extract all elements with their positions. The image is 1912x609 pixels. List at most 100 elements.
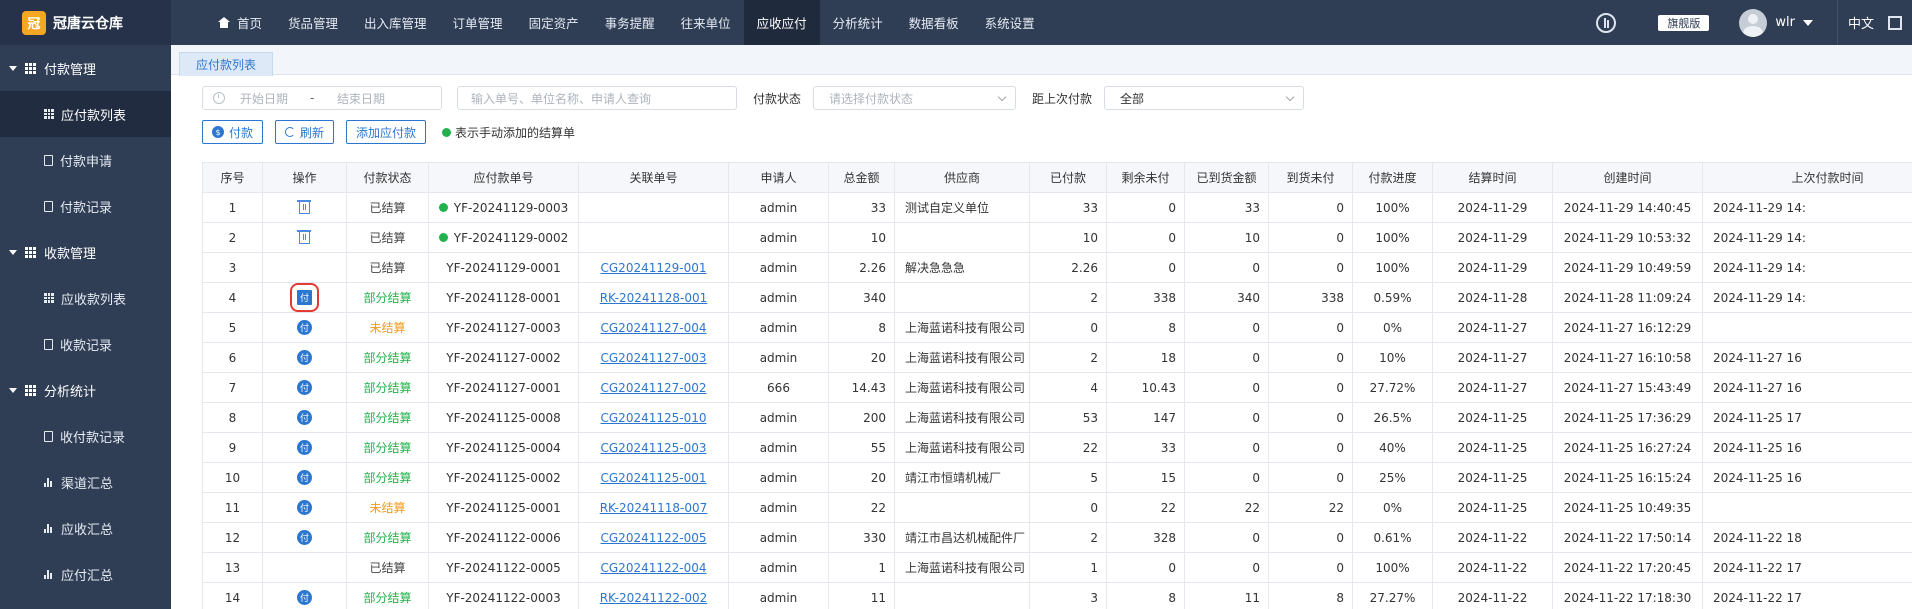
paid-amount: 0 — [1029, 312, 1107, 343]
payment-status-select[interactable]: 请选择付款状态 — [813, 86, 1017, 110]
related-code-link[interactable]: CG20241122-004 — [601, 561, 707, 575]
paid-amount: 33 — [1029, 192, 1107, 223]
pay-icon[interactable]: 付 — [297, 440, 312, 455]
table-row[interactable]: 4 付 部分结算 YF-20241128-0001 RK-20241128-001 adm… — [202, 282, 1912, 313]
action-bar: $ 付款 刷新 添加应付款 表示手动添加的结算单 — [202, 120, 575, 144]
related-code-link[interactable]: CG20241127-002 — [601, 381, 707, 395]
nav-item-3[interactable]: 订单管理 — [440, 0, 516, 45]
supplier: 测试自定义单位 — [894, 192, 1030, 223]
nav-item-4[interactable]: 固定资产 — [516, 0, 592, 45]
pay-icon[interactable]: 付 — [297, 410, 312, 425]
payable-code-text: YF-20241129-0002 — [453, 230, 569, 245]
fullscreen-icon[interactable] — [1888, 15, 1902, 30]
related-code-link[interactable]: CG20241125-001 — [601, 471, 707, 485]
last-payment-select[interactable]: 全部 — [1104, 86, 1305, 110]
home-icon — [218, 17, 230, 28]
table-row[interactable]: 6 付 部分结算 YF-20241127-0002 CG20241127-003 admi… — [202, 342, 1912, 373]
pay-icon[interactable]: 付 — [290, 283, 319, 312]
nav-item-1[interactable]: 货品管理 — [275, 0, 351, 45]
chevron-down-icon — [1285, 92, 1295, 102]
sidebar-item-label: 收付款记录 — [60, 430, 126, 446]
nav-item-8[interactable]: 分析统计 — [820, 0, 896, 45]
tab-payables-list[interactable]: 应付款列表 — [179, 52, 274, 76]
related-code — [578, 222, 729, 253]
delete-icon[interactable] — [297, 200, 311, 214]
pay-icon[interactable]: 付 — [297, 500, 312, 515]
row-actions: 付 — [262, 402, 347, 433]
remaining-amount: 8 — [1106, 312, 1185, 343]
related-code-link[interactable]: CG20241122-005 — [601, 531, 707, 545]
nav-item-label: 分析统计 — [832, 16, 883, 31]
sidebar-item[interactable]: 收付款记录 — [0, 413, 171, 459]
add-payable-button[interactable]: 添加应付款 — [346, 120, 427, 144]
table-row[interactable]: 3 已结算 YF-20241129-0001 CG20241129-001 admin 2… — [202, 252, 1912, 283]
table-row[interactable]: 5 付 未结算 YF-20241127-0003 CG20241127-004 admin… — [202, 312, 1912, 343]
pay-button[interactable]: $ 付款 — [202, 120, 264, 144]
pay-icon[interactable]: 付 — [297, 530, 312, 545]
search-input[interactable]: 输入单号、单位名称、申请人查询 — [457, 86, 737, 110]
table-row[interactable]: 12 付 部分结算 YF-20241122-0006 CG20241122-005 adm… — [202, 522, 1912, 553]
table-row[interactable]: 8 付 部分结算 YF-20241125-0008 CG20241125-010 admi… — [202, 402, 1912, 433]
table-row[interactable]: 1 已结算 YF-20241129-0003 admin 33 测试自定义单位 33 0 33 0… — [202, 192, 1912, 223]
payable-code: YF-20241127-0001 — [428, 372, 579, 403]
total-amount: 10 — [828, 222, 895, 253]
sidebar-group-label: 收款管理 — [44, 246, 97, 262]
sidebar-item[interactable]: 应付汇总 — [0, 551, 171, 597]
column-header: 付款进度 — [1352, 162, 1433, 193]
table-row[interactable]: 2 已结算 YF-20241129-0002 admin 10 10 0 10 0 100% 202… — [202, 222, 1912, 253]
nav-item-0[interactable]: 首页 — [205, 0, 275, 45]
related-code-link[interactable]: CG20241129-001 — [601, 261, 707, 275]
delete-icon[interactable] — [297, 230, 311, 244]
total-amount: 20 — [828, 342, 895, 373]
nav-item-9[interactable]: 数据看板 — [896, 0, 972, 45]
date-range-picker[interactable]: 开始日期 - 结束日期 — [202, 86, 442, 110]
sidebar-item[interactable]: 应收款列表 — [0, 275, 171, 321]
pay-icon[interactable]: 付 — [297, 350, 312, 365]
language-switch[interactable]: 中文 — [1848, 13, 1874, 32]
related-code-link[interactable]: CG20241127-004 — [601, 321, 707, 335]
related-code-link[interactable]: RK-20241128-001 — [600, 291, 708, 305]
applicant: admin — [728, 402, 829, 433]
sidebar-item[interactable]: 应收汇总 — [0, 505, 171, 551]
row-number: 12 — [202, 522, 263, 553]
nav-item-5[interactable]: 事务提醒 — [592, 0, 668, 45]
pay-icon[interactable]: 付 — [297, 470, 312, 485]
refresh-button[interactable]: 刷新 — [275, 120, 335, 144]
user-name[interactable]: wlr — [1775, 15, 1795, 30]
created-time: 2024-11-25 17:36:29 — [1552, 402, 1703, 433]
sidebar-item[interactable]: 渠道汇总 — [0, 459, 171, 505]
sidebar-group[interactable]: 收款管理 — [0, 229, 171, 275]
related-code-link[interactable]: CG20241125-003 — [601, 441, 707, 455]
paid-amount: 0 — [1029, 492, 1107, 523]
table-row[interactable]: 13 已结算 YF-20241122-0005 CG20241122-004 admin… — [202, 552, 1912, 583]
table-row[interactable]: 14 付 部分结算 YF-20241122-0003 RK-20241122-002 ad… — [202, 582, 1912, 609]
github-icon[interactable] — [1596, 12, 1617, 33]
related-code-link[interactable]: RK-20241118-007 — [600, 501, 708, 515]
table-row[interactable]: 11 付 未结算 YF-20241125-0001 RK-20241118-007 adm… — [202, 492, 1912, 523]
payable-code: YF-20241122-0006 — [428, 522, 579, 553]
table-row[interactable]: 7 付部分结算 YF-20241127-0001 CG20241127-002 666 1… — [202, 372, 1912, 403]
sidebar-group[interactable]: 分析统计 — [0, 367, 171, 413]
table-row[interactable]: 9 付 部分结算 YF-20241125-0004 CG20241125-003 admi… — [202, 432, 1912, 463]
nav-item-10[interactable]: 系统设置 — [972, 0, 1048, 45]
app-logo[interactable]: 冠 冠唐云仓库 — [0, 0, 171, 45]
sidebar-group[interactable]: 付款管理 — [0, 45, 171, 91]
user-avatar[interactable] — [1739, 8, 1768, 37]
sidebar-item[interactable]: 收款记录 — [0, 321, 171, 367]
remaining-amount: 0 — [1106, 252, 1185, 283]
related-code-link[interactable]: CG20241127-003 — [601, 351, 707, 365]
user-menu-caret-icon[interactable] — [1802, 19, 1813, 26]
sidebar-item[interactable]: 付款记录 — [0, 183, 171, 229]
table-row[interactable]: 10 付 部分结算 YF-20241125-0002 CG20241125-001 adm… — [202, 462, 1912, 493]
nav-item-2[interactable]: 出入库管理 — [351, 0, 440, 45]
pay-icon[interactable]: 付 — [297, 590, 312, 605]
sidebar-item[interactable]: 付款申请 — [0, 137, 171, 183]
applicant: admin — [728, 282, 829, 313]
nav-item-6[interactable]: 往来单位 — [668, 0, 744, 45]
pay-icon[interactable]: 付 — [297, 320, 312, 335]
pay-icon[interactable]: 付 — [297, 380, 312, 395]
related-code-link[interactable]: CG20241125-010 — [601, 411, 707, 425]
related-code-link[interactable]: RK-20241122-002 — [600, 591, 708, 605]
sidebar-item[interactable]: 应付款列表 — [0, 91, 171, 137]
nav-item-7[interactable]: 应收应付 — [743, 0, 820, 45]
